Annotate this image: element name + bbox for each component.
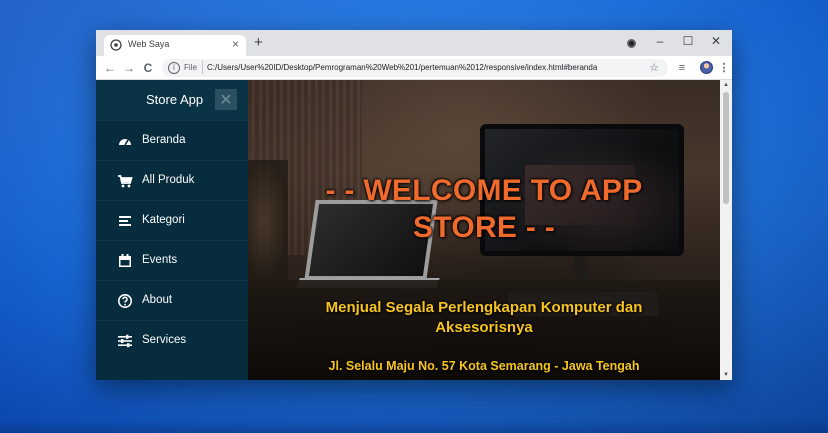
list-icon — [119, 216, 131, 226]
url-divider — [202, 61, 203, 74]
hero-title: - - WELCOME TO APP STORE - - — [325, 174, 643, 244]
sidebar-title: Store App — [146, 92, 204, 107]
sidebar-item-label: Events — [142, 254, 178, 266]
address-bar[interactable]: i File C:/Users/User%20ID/Desktop/Pemrog… — [162, 59, 668, 77]
back-button[interactable]: ← — [102, 60, 118, 76]
star-icon[interactable]: ☆ — [646, 60, 662, 76]
new-tab-button[interactable]: + — [254, 35, 263, 51]
sidebar-item-about[interactable]: About — [96, 280, 248, 320]
vertical-scrollbar[interactable]: ▲ ▼ — [720, 80, 732, 380]
sidebar: Store App ✕ Beranda All Produk Kategori … — [96, 80, 248, 380]
minimize-button[interactable]: – — [648, 32, 672, 52]
globe-icon — [110, 39, 122, 51]
sidebar-item-all-produk[interactable]: All Produk — [96, 160, 248, 200]
question-circle-icon — [118, 294, 132, 308]
hero-section: - - WELCOME TO APP STORE - - Menjual Seg… — [248, 80, 720, 380]
avatar[interactable] — [700, 61, 713, 74]
menu-icon[interactable]: ⋮ — [716, 60, 732, 76]
sidebar-close-button[interactable]: ✕ — [215, 89, 237, 110]
scroll-down-icon[interactable]: ▼ — [720, 370, 732, 380]
reload-button[interactable]: C — [140, 60, 156, 76]
sidebar-item-services[interactable]: Services — [96, 320, 248, 360]
maximize-button[interactable]: ☐ — [676, 32, 700, 52]
cart-icon — [118, 175, 133, 188]
scheme-label: File — [184, 63, 197, 72]
info-icon[interactable]: i — [168, 62, 180, 74]
url-text[interactable]: C:/Users/User%20ID/Desktop/Pemrograman%2… — [207, 63, 659, 72]
hero-subtitle: Menjual Segala Perlengkapan Komputer dan… — [325, 299, 643, 336]
sidebar-item-label: About — [142, 294, 173, 306]
reading-list-icon[interactable]: ≡ — [674, 60, 690, 76]
scroll-up-icon[interactable]: ▲ — [720, 80, 732, 90]
sidebar-item-kategori[interactable]: Kategori — [96, 200, 248, 240]
tab-title: Web Saya — [128, 39, 170, 49]
hero-address: Jl. Selalu Maju No. 57 Kota Semarang - J… — [328, 359, 640, 373]
sidebar-item-label: Services — [142, 334, 187, 346]
sidebar-item-label: All Produk — [142, 174, 195, 186]
media-indicator-icon[interactable] — [627, 39, 636, 48]
sidebar-item-events[interactable]: Events — [96, 240, 248, 280]
tab-close-icon[interactable]: × — [232, 37, 239, 51]
desktop-bottom-edge — [0, 419, 828, 433]
tachometer-icon — [119, 139, 131, 146]
browser-window: Web Saya × + – ☐ ✕ ← → C i File C:/Users… — [96, 30, 732, 380]
close-window-button[interactable]: ✕ — [704, 32, 728, 52]
sidebar-header: Store App ✕ — [96, 80, 248, 120]
scroll-thumb[interactable] — [723, 92, 729, 204]
sidebar-item-label: Kategori — [142, 214, 185, 226]
page-viewport: - - WELCOME TO APP STORE - - Menjual Seg… — [96, 80, 732, 380]
tab-strip: Web Saya × + – ☐ ✕ — [96, 30, 732, 56]
sidebar-item-label: Beranda — [142, 134, 186, 146]
browser-toolbar: ← → C i File C:/Users/User%20ID/Desktop/… — [96, 56, 732, 80]
forward-button[interactable]: → — [121, 60, 137, 76]
calendar-icon — [119, 254, 131, 267]
sidebar-item-beranda[interactable]: Beranda — [96, 120, 248, 160]
sliders-icon — [118, 334, 132, 348]
tab-web-saya[interactable]: Web Saya × — [104, 35, 246, 56]
